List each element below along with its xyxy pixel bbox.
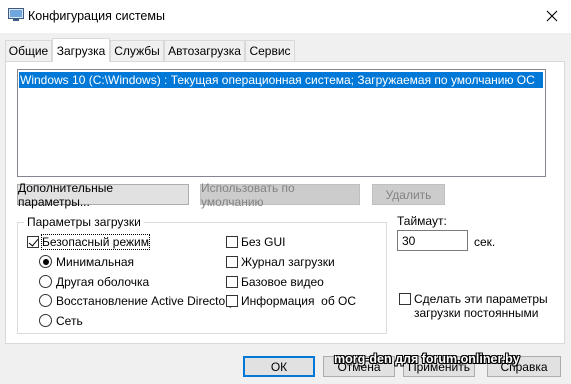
safe-boot-label[interactable]: Безопасный режим (41, 234, 150, 250)
boot-log-checkbox[interactable] (226, 256, 238, 268)
tab-tools[interactable]: Сервис (245, 40, 295, 61)
tab-label: Сервис (249, 44, 291, 58)
tab-label: Общие (8, 44, 49, 58)
tab-label: Загрузка (56, 43, 106, 58)
os-info-checkbox[interactable] (226, 295, 238, 307)
timeout-input[interactable]: 30 (397, 230, 468, 251)
window-title: Конфигурация системы (28, 9, 165, 23)
boot-options-title: Параметры загрузки (24, 215, 144, 229)
ad-repair-label[interactable]: Восстановление Active Directory (56, 294, 235, 308)
network-radio[interactable] (39, 314, 52, 327)
os-list-item[interactable]: Windows 10 (C:\Windows) : Текущая операц… (19, 72, 543, 88)
advanced-options-button[interactable]: Дополнительные параметры... (17, 181, 189, 209)
msconfig-icon (8, 8, 24, 21)
tab-boot[interactable]: Загрузка (52, 38, 110, 62)
make-permanent-label-2[interactable]: загрузки постоянными (414, 306, 538, 320)
close-button[interactable] (538, 4, 566, 28)
ok-button[interactable]: ОК (243, 356, 315, 377)
tab-services[interactable]: Службы (110, 40, 164, 61)
os-info-label[interactable]: Информация об ОС (241, 294, 356, 308)
timeout-label: Таймаут: (397, 214, 447, 228)
minimal-radio[interactable] (39, 255, 52, 268)
set-default-button[interactable]: Использовать по умолчанию (200, 181, 360, 209)
button-label: ОК (270, 359, 288, 374)
no-gui-label[interactable]: Без GUI (241, 235, 285, 249)
make-permanent-checkbox[interactable] (399, 293, 411, 305)
watermark-text: morg-den для forum.onliner.by (334, 352, 520, 366)
network-label[interactable]: Сеть (56, 314, 83, 328)
tab-general[interactable]: Общие (5, 40, 52, 61)
timeout-unit: сек. (474, 235, 496, 249)
boot-log-label[interactable]: Журнал загрузки (241, 255, 335, 269)
make-permanent-label-1[interactable]: Сделать эти параметры (414, 292, 548, 306)
tab-startup[interactable]: Автозагрузка (164, 40, 245, 61)
tab-label: Автозагрузка (168, 44, 241, 58)
button-label: Использовать по умолчанию (201, 180, 295, 209)
button-label: Дополнительные параметры... (18, 180, 113, 209)
safe-boot-checkbox[interactable] (27, 236, 39, 248)
alternate-shell-radio[interactable] (39, 275, 52, 288)
no-gui-checkbox[interactable] (226, 236, 238, 248)
base-video-label[interactable]: Базовое видео (241, 275, 324, 289)
close-icon (546, 10, 558, 22)
delete-button[interactable]: Удалить (372, 184, 445, 205)
base-video-checkbox[interactable] (226, 276, 238, 288)
ad-repair-radio[interactable] (39, 294, 52, 307)
minimal-label[interactable]: Минимальная (56, 255, 134, 269)
button-label: Удалить (385, 187, 432, 202)
alternate-shell-label[interactable]: Другая оболочка (56, 275, 149, 289)
tab-label: Службы (114, 44, 160, 58)
